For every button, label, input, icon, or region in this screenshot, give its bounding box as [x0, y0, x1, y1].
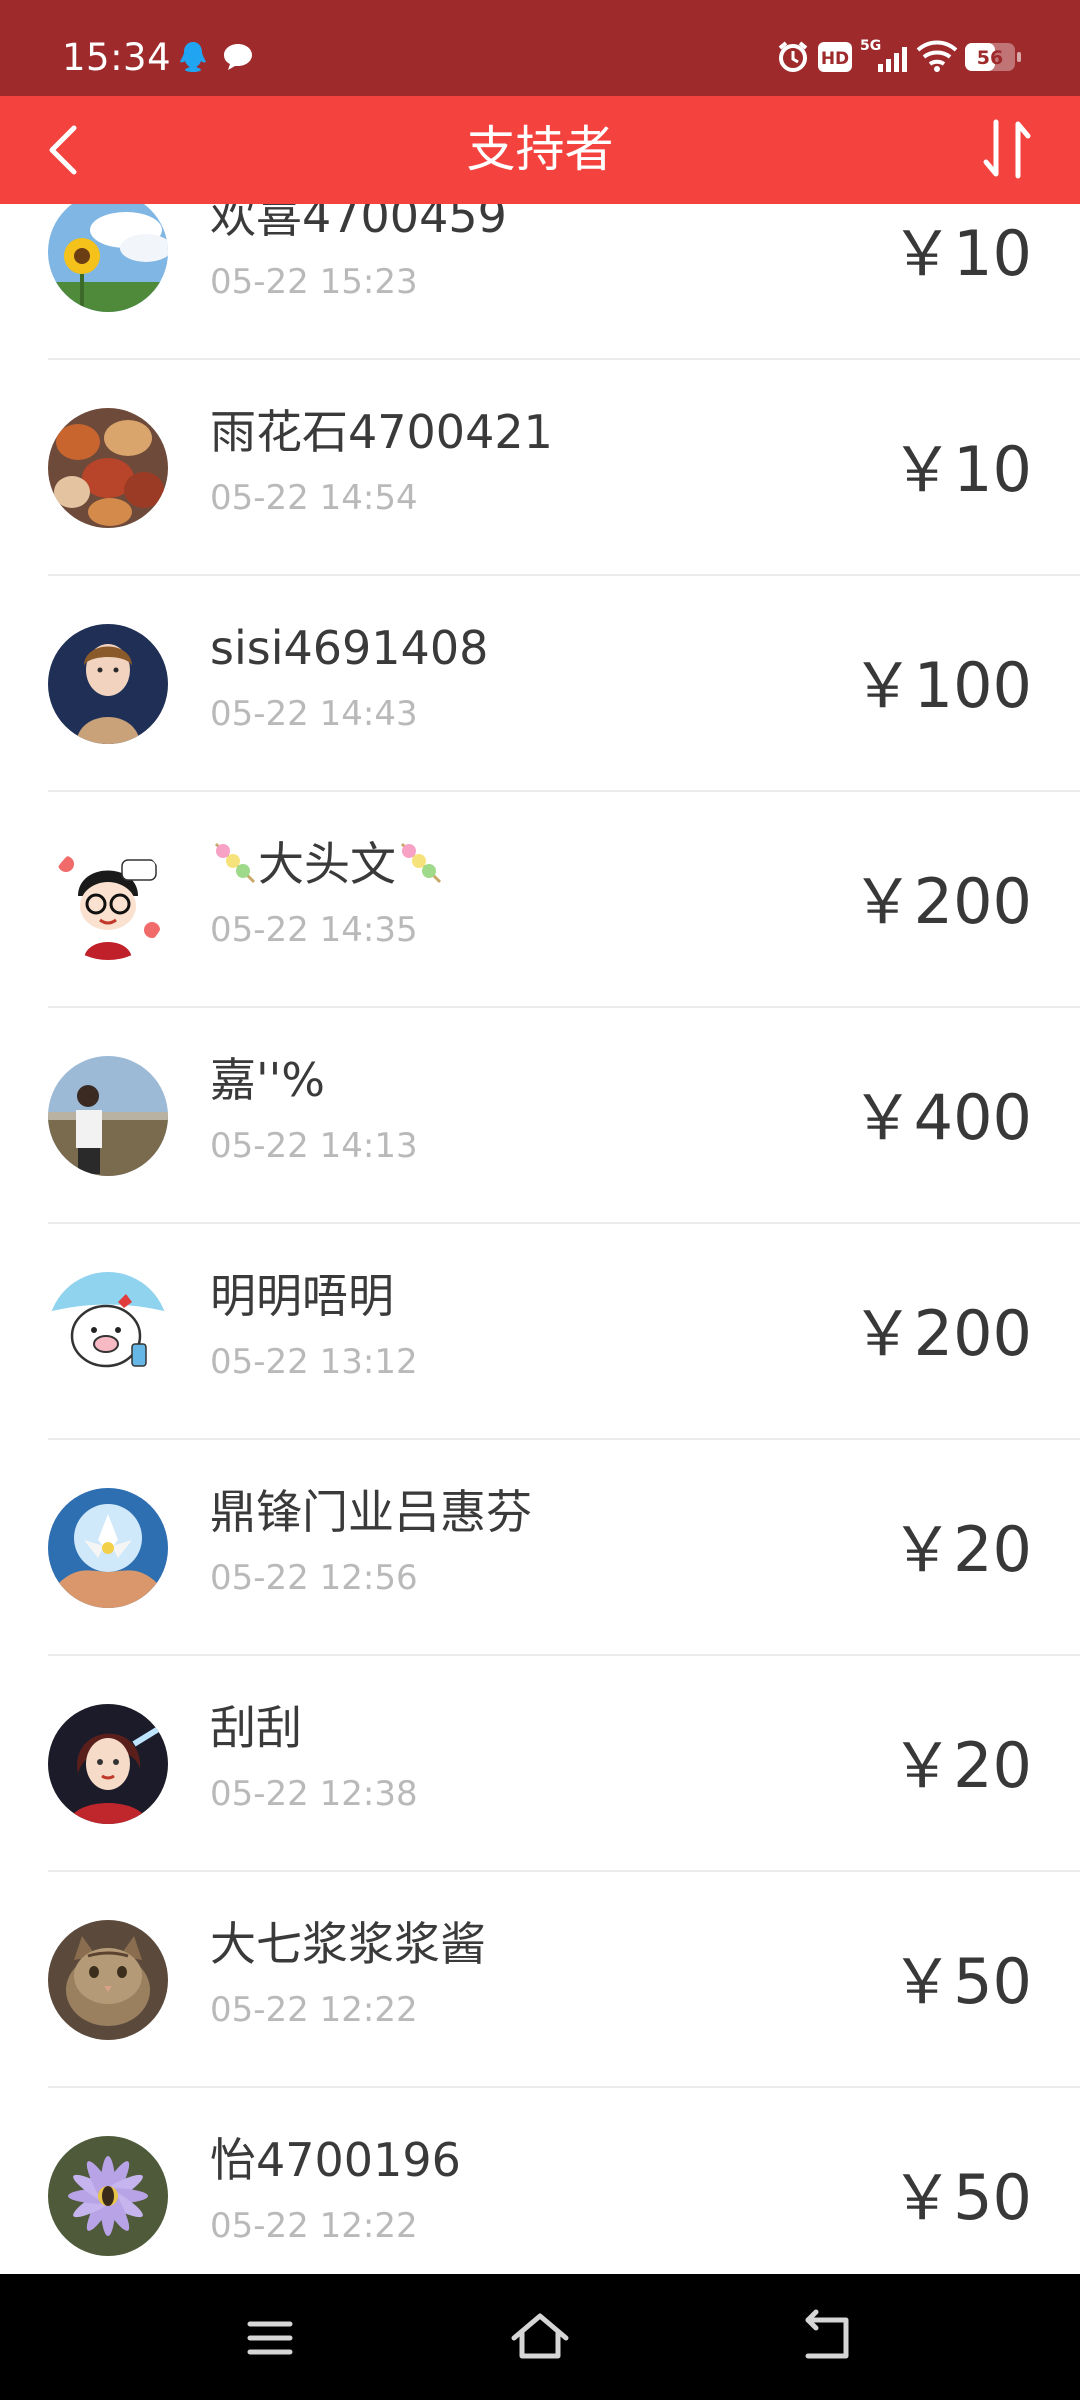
support-amount: ￥100 [851, 649, 1032, 722]
support-time: 05-22 14:13 [210, 1126, 418, 1166]
hd-icon: HD [818, 42, 852, 72]
home-icon [511, 2313, 569, 2359]
list-item[interactable]: 明明唔明 05-22 13:12 ￥200 [0, 1224, 1080, 1440]
list-item[interactable]: 大头文 05-22 14:35 ￥200 [0, 792, 1080, 1008]
supporter-name: 明明唔明 [210, 1269, 394, 1323]
supporter-name: 怡4700196 [210, 2133, 461, 2187]
back-icon [805, 2309, 849, 2359]
menu-button[interactable] [234, 2302, 306, 2374]
svg-text:5G: 5G [860, 38, 881, 54]
support-amount: ￥50 [891, 2161, 1032, 2234]
support-amount: ￥10 [891, 433, 1032, 506]
support-amount: ￥50 [891, 1945, 1032, 2018]
support-time: 05-22 14:54 [210, 478, 418, 518]
status-bar: 15:34 HD 5G 56 [0, 0, 1080, 96]
supporter-name: 大七浆浆浆酱 [210, 1917, 486, 1971]
signal-5g-icon: 5G [860, 38, 907, 72]
supporter-name: 刮刮 [210, 1701, 302, 1755]
support-time: 05-22 14:35 [210, 910, 418, 950]
message-bubble-icon [224, 44, 252, 70]
back-button[interactable] [30, 114, 102, 186]
list-item[interactable]: sisi4691408 05-22 14:43 ￥100 [0, 576, 1080, 792]
navigation-bar [0, 2274, 1080, 2400]
support-time: 05-22 15:23 [210, 262, 418, 302]
home-button[interactable] [504, 2302, 576, 2374]
svg-text:56: 56 [977, 47, 1003, 69]
qq-icon [180, 42, 206, 72]
list-item[interactable]: 大七浆浆浆酱 05-22 12:22 ￥50 [0, 1872, 1080, 2088]
list-item[interactable]: 刮刮 05-22 12:38 ￥20 [0, 1656, 1080, 1872]
avatar [48, 1056, 168, 1176]
svg-text:HD: HD [821, 49, 849, 69]
alarm-icon [778, 41, 808, 72]
support-time: 05-22 12:22 [210, 1990, 418, 2030]
support-time: 05-22 12:22 [210, 2206, 418, 2246]
supporter-name: 嘉''% [210, 1053, 325, 1107]
support-amount: ￥400 [851, 1081, 1032, 1154]
sort-arrows-icon [983, 119, 1031, 179]
candy-skewer-icon [214, 842, 256, 884]
supporter-name: sisi4691408 [210, 621, 489, 675]
support-amount: ￥200 [851, 865, 1032, 938]
list-item[interactable]: 鼎锋门业吕惠芬 05-22 12:56 ￥20 [0, 1440, 1080, 1656]
chevron-left-icon [49, 125, 77, 175]
support-time: 05-22 12:38 [210, 1774, 418, 1814]
avatar [48, 408, 168, 528]
battery-icon: 56 [965, 43, 1021, 71]
list-item[interactable]: 欢喜4700459 05-22 15:23 ￥10 [0, 204, 1080, 360]
avatar [48, 1920, 168, 2040]
support-time: 05-22 14:43 [210, 694, 418, 734]
supporter-name: 大头文 [210, 834, 444, 894]
supporter-name: 欢喜4700459 [210, 204, 507, 243]
support-amount: ￥200 [851, 1297, 1032, 1370]
supporter-list[interactable]: 欢喜4700459 05-22 15:23 ￥10 雨花石4700421 05-… [0, 204, 1080, 2274]
supporter-name-text: 大头文 [258, 837, 396, 891]
support-time: 05-22 12:56 [210, 1558, 418, 1598]
avatar [48, 2136, 168, 2256]
support-time: 05-22 13:12 [210, 1342, 418, 1382]
title-bar: 支持者 [0, 96, 1080, 204]
avatar [48, 1488, 168, 1608]
avatar [48, 204, 168, 312]
menu-icon [247, 2321, 293, 2355]
wifi-icon [916, 40, 958, 72]
list-item[interactable]: 雨花石4700421 05-22 14:54 ￥10 [0, 360, 1080, 576]
list-item[interactable]: 嘉''% 05-22 14:13 ￥400 [0, 1008, 1080, 1224]
sort-button[interactable] [966, 110, 1046, 190]
list-item[interactable]: 怡4700196 05-22 12:22 ￥50 [0, 2088, 1080, 2274]
support-amount: ￥20 [891, 1729, 1032, 1802]
avatar [48, 840, 168, 960]
page-title: 支持者 [466, 121, 614, 178]
avatar [48, 1704, 168, 1824]
supporter-name: 雨花石4700421 [210, 405, 553, 459]
support-amount: ￥10 [891, 217, 1032, 290]
back-nav-button[interactable] [790, 2302, 862, 2374]
avatar [48, 624, 168, 744]
supporter-name: 鼎锋门业吕惠芬 [210, 1485, 532, 1539]
candy-skewer-icon [400, 842, 442, 884]
status-time: 15:34 [62, 36, 172, 79]
support-amount: ￥20 [891, 1513, 1032, 1586]
avatar [48, 1272, 168, 1392]
